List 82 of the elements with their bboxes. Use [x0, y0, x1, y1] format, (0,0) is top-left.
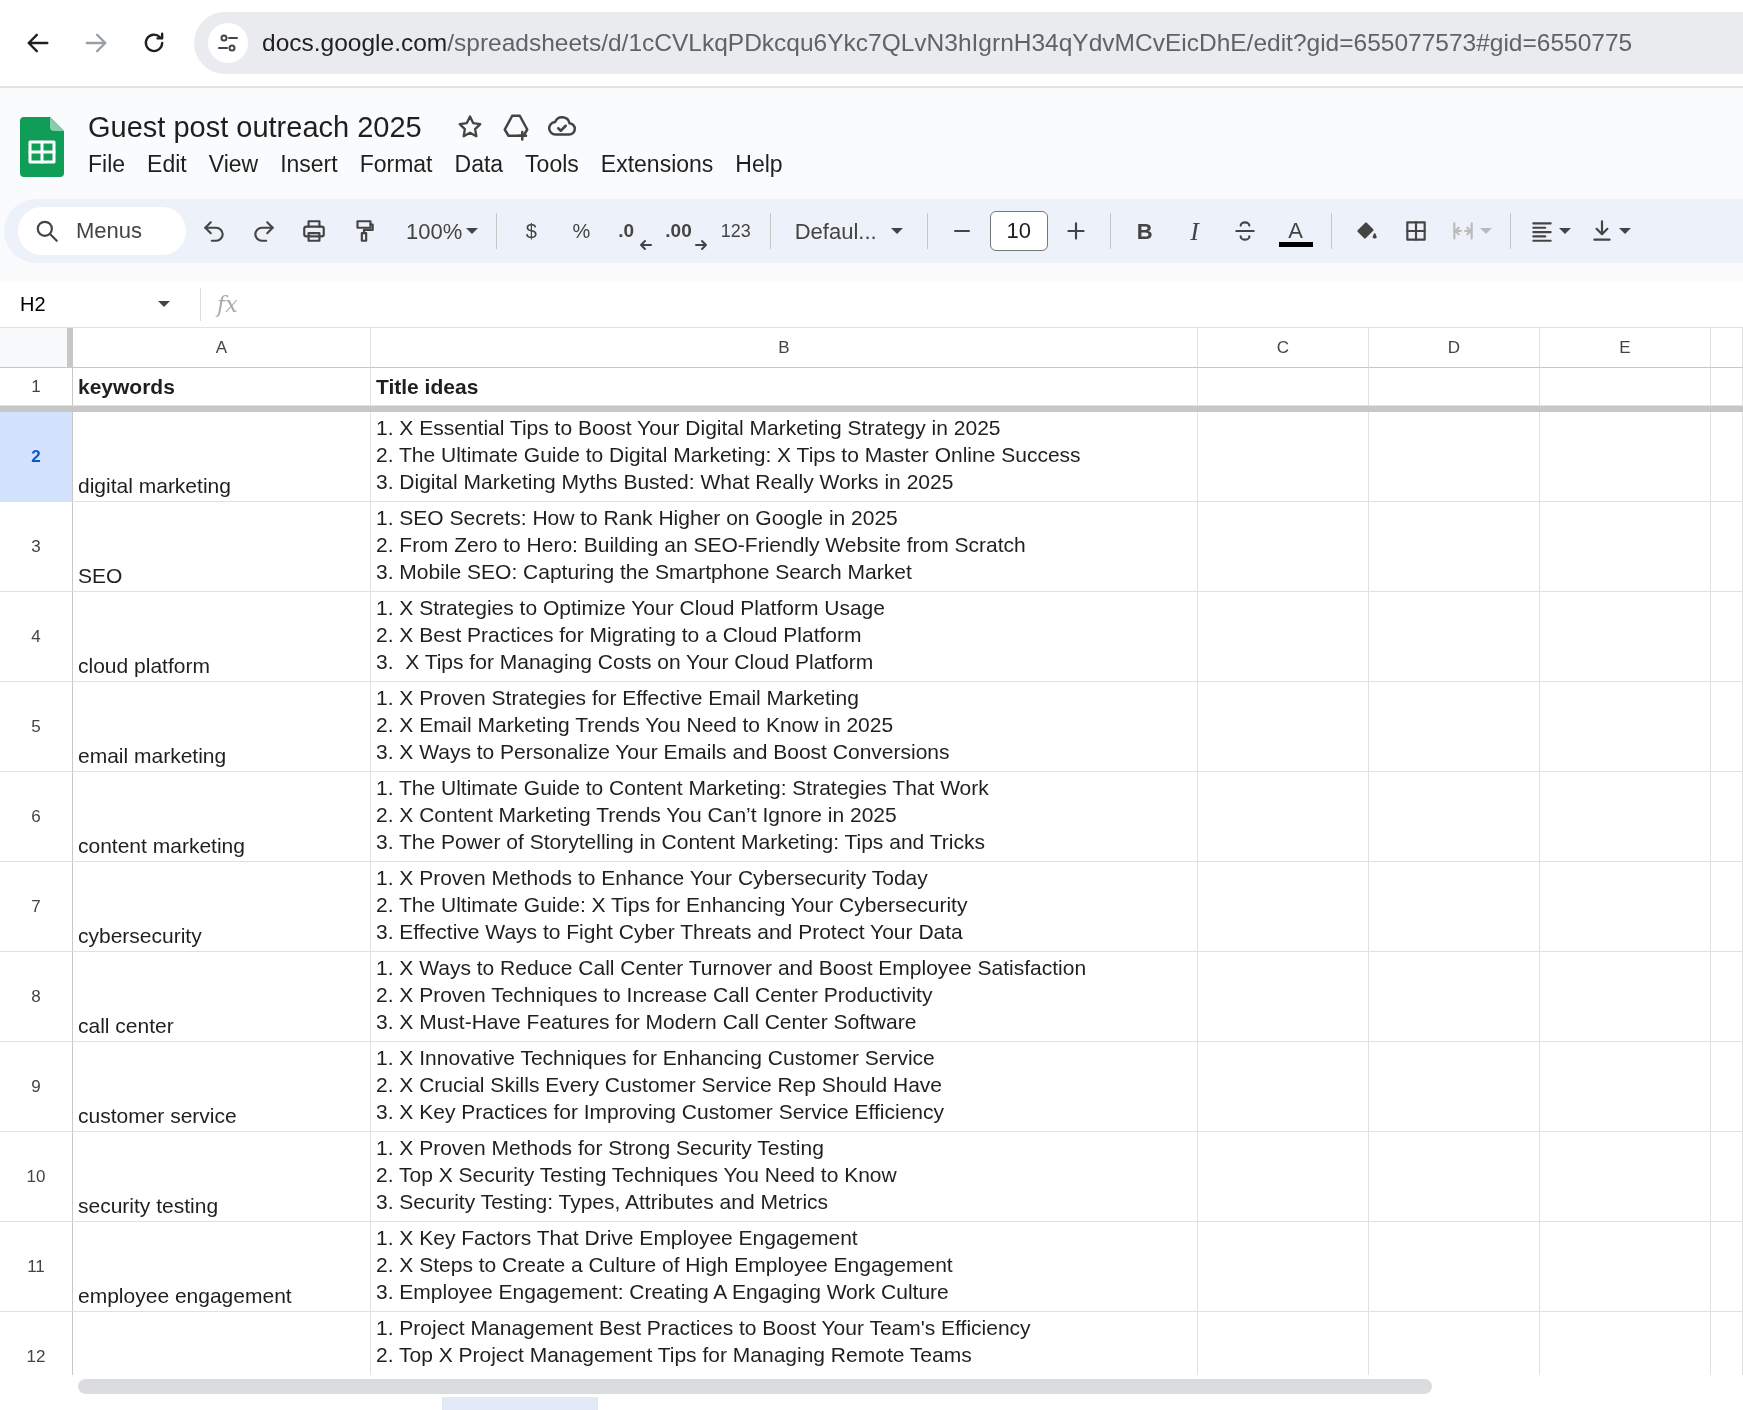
spreadsheet-logo-icon	[20, 117, 64, 177]
table-cell-text: call center	[78, 1013, 174, 1039]
table-cell-text: security testing	[78, 1193, 219, 1219]
percent-format-button[interactable]: %	[559, 209, 604, 253]
decrease-decimal-button[interactable]: .0	[609, 209, 654, 253]
font-size-field[interactable]: 10	[989, 211, 1048, 251]
column-header[interactable]: E	[1540, 328, 1711, 368]
caret-icon	[158, 301, 170, 307]
menu-item[interactable]: Data	[443, 147, 515, 181]
caret-icon	[890, 228, 903, 234]
table-cell-text: cybersecurity	[78, 923, 202, 949]
row-header[interactable]: 3	[0, 502, 73, 592]
printer-icon	[301, 218, 327, 244]
menu-item[interactable]: View	[197, 147, 270, 181]
table-cell-text: email marketing	[78, 743, 227, 769]
caret-icon	[1618, 228, 1631, 234]
horizontal-scrollbar[interactable]	[78, 1379, 1432, 1394]
caret-icon	[1558, 228, 1571, 234]
menu-item[interactable]: Insert	[269, 147, 349, 181]
table-cell-text: keywords	[78, 374, 175, 400]
left-arrow-icon	[639, 239, 654, 251]
table-cell-text: content marketing	[78, 833, 245, 859]
caret-icon	[1479, 228, 1492, 234]
table-cell-text: digital marketing	[78, 473, 231, 499]
row-header[interactable]: 5	[0, 682, 73, 772]
formula-label: fx	[200, 287, 238, 321]
row-header[interactable]: 10	[0, 1132, 73, 1222]
table-cell-text: 1. X Proven Methods for Strong Security Testing 2. Top X Security Testing Techniques You Need to Know 3. Security Testing: Types, Attributes and Metrics	[376, 1135, 897, 1215]
text-color-bar-icon	[1278, 241, 1313, 247]
name-box[interactable]: H2	[20, 289, 170, 319]
undo-icon	[201, 218, 227, 244]
menu-item[interactable]: Tools	[514, 147, 590, 181]
row-header[interactable]: 6	[0, 772, 73, 862]
row-header[interactable]: 4	[0, 592, 73, 682]
drive-folder-icon	[500, 112, 531, 142]
increase-decimal-button[interactable]: .00	[659, 209, 708, 253]
table-cell-text: SEO	[78, 563, 123, 589]
search-icon	[34, 218, 60, 244]
font-dropdown[interactable]: Defaul...	[782, 209, 915, 253]
table-cell-text: customer service	[78, 1103, 237, 1129]
redo-icon	[251, 218, 277, 244]
menu-search-field[interactable]: Menus	[18, 207, 186, 255]
bold-button[interactable]: B	[1122, 209, 1167, 253]
table-cell-text: 1. The Ultimate Guide to Content Marketing: Strategies That Work 2. X Content Marketing Trends You Can’t Ignore in 2025 3. The Power of Storytelling in Content Marketing: Tips and Tricks	[376, 775, 989, 855]
table-cell-text: 1. Project Management Best Practices to Boost Your Team's Efficiency 2. Top X Project Management Tips for Managing Remote Teams	[376, 1315, 1031, 1368]
table-cell-text: 1. SEO Secrets: How to Rank Higher on Google in 2025 2. From Zero to Hero: Building an SEO-Friendly Website from Scratch 3. Mobile SEO: Capturing the Smartphone Search Market	[376, 505, 1026, 585]
table-cell-text: 1. X Innovative Techniques for Enhancing Customer Service 2. X Crucial Skills Every Customer Service Rep Should Have 3. X Key Practices for Improving Customer Service Efficiency	[376, 1045, 944, 1125]
table-cell-text: 1. X Ways to Reduce Call Center Turnover and Boost Employee Satisfaction 2. X Proven Techniques to Increase Call Center Productivity 3. X Must-Have Features for Modern Call Center Software	[376, 955, 1087, 1035]
address-bar[interactable]: docs.google.com/spreadsheets/d/1cCVLkqPDkcqu6Ykc7QLvN3hIgrnH34qYdvMCvEicDhE/edit?gid=655077573#gid=6550775	[194, 12, 1743, 74]
table-cell-text: 1. X Key Factors That Drive Employee Engagement 2. X Steps to Create a Culture of High Employee Engagement 3. Employee Engagement: Creating A Engaging Work Culture	[376, 1225, 953, 1305]
document-title[interactable]: Guest post outreach 2025	[88, 109, 422, 145]
table-cell-text: Title ideas	[376, 374, 479, 400]
table-cell-text: cloud platform	[78, 653, 210, 679]
minus-icon	[952, 230, 971, 232]
menu-item[interactable]: Edit	[136, 147, 198, 181]
menu-item[interactable]: Format	[348, 147, 444, 181]
menu-item[interactable]: File	[77, 147, 137, 181]
number-format-button[interactable]: 123	[713, 209, 758, 253]
column-header[interactable]: B	[371, 328, 1198, 368]
table-cell-text: 1. X Proven Strategies for Effective Email Marketing 2. X Email Marketing Trends You Need to Know in 2025 3. X Ways to Personalize Your Emails and Boost Conversions	[376, 685, 950, 765]
table-cell-text: 1. X Essential Tips to Boost Your Digital Marketing Strategy in 2025 2. The Ultimate Guide to Digital Marketing: X Tips to Master Online Success 3. Digital Marketing Myths Busted: What Really Works in 2025	[376, 415, 1081, 495]
column-header[interactable]: A	[73, 328, 371, 368]
table-cell-text: 1. X Proven Methods to Enhance Your Cybersecurity Today 2. The Ultimate Guide: X Tips for Enhancing Your Cybersecurity 3. Effective Ways to Fight Cyber Threats and Protect Your Data	[376, 865, 968, 945]
site-info-button[interactable]	[208, 23, 248, 63]
row-header[interactable]: 7	[0, 862, 73, 952]
table-cell-text: 1. X Strategies to Optimize Your Cloud Platform Usage 2. X Best Practices for Migrating to a Cloud Platform 3. X Tips for Managing Costs on Your Cloud Platform	[376, 595, 885, 675]
menu-item[interactable]: Extensions	[589, 147, 725, 181]
row-header[interactable]: 8	[0, 952, 73, 1042]
column-header[interactable]: D	[1369, 328, 1540, 368]
text-color-button[interactable]: A	[1272, 209, 1319, 253]
row-header[interactable]: 9	[0, 1042, 73, 1132]
zoom-dropdown[interactable]: 100%	[392, 209, 485, 253]
column-header[interactable]: C	[1198, 328, 1369, 368]
italic-button[interactable]: I	[1172, 209, 1217, 253]
caret-icon	[466, 228, 479, 234]
table-cell-text: employee engagement	[78, 1283, 292, 1309]
currency-format-button[interactable]: $	[509, 209, 554, 253]
row-header[interactable]: 11	[0, 1222, 73, 1312]
row-header[interactable]: 1	[0, 368, 73, 406]
right-arrow-icon	[693, 239, 708, 251]
row-header[interactable]: 2	[0, 412, 73, 502]
menu-item[interactable]: Help	[724, 147, 794, 181]
